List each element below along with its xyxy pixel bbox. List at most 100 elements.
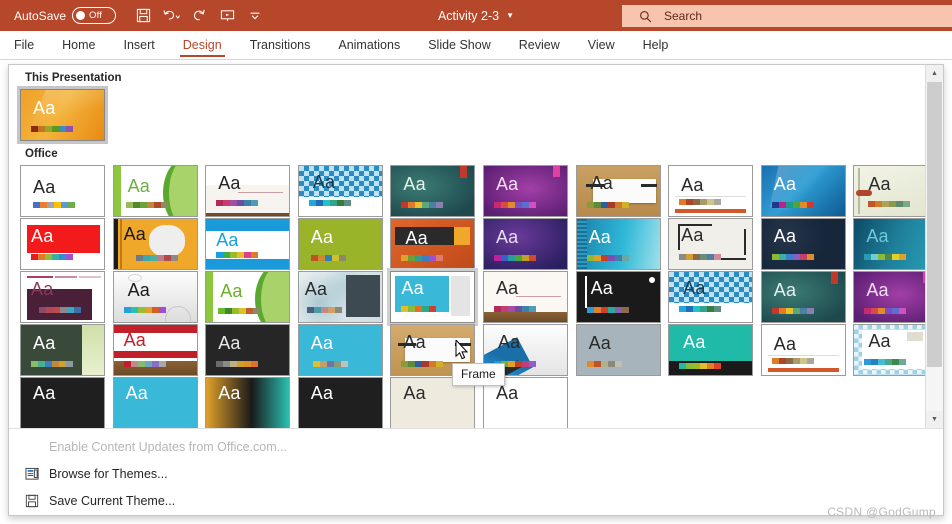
theme-thumbnail-r5c3[interactable]: Aa [205,377,291,428]
theme-thumbnail-r2c7[interactable]: Aa [575,218,661,270]
theme-thumbnail-r3c7[interactable]: Aa [575,271,661,323]
menu-item-save-theme[interactable]: Save Current Theme... [9,487,943,514]
theme-thumbnail-r2c4[interactable]: Aa [297,218,383,270]
scrollbar-thumb[interactable] [927,82,942,367]
theme-thumbnail-current[interactable]: Aa [20,89,105,141]
start-presentation-icon[interactable] [214,4,240,28]
theme-thumbnail-r2c8[interactable]: Aa [668,218,754,270]
theme-color-swatches [771,202,814,208]
theme-thumbnail-r1c9[interactable]: Aa [760,165,846,217]
theme-aa-label: Aa [868,331,891,351]
theme-color-swatches [125,202,168,208]
autosave-toggle[interactable]: Off [72,7,117,24]
theme-color-swatches [123,361,166,367]
chevron-down-icon[interactable]: ▼ [506,11,514,20]
tab-view[interactable]: View [574,31,629,59]
gallery-scrollbar[interactable]: ▲ ▼ [925,65,943,428]
theme-thumbnail-r1c2[interactable]: Aa [112,165,198,217]
theme-tooltip: Frame [452,363,505,386]
theme-aa-label: Aa [310,227,334,247]
theme-thumbnail-r3c10[interactable]: Aa [853,271,925,323]
theme-color-swatches [401,306,437,312]
tab-home[interactable]: Home [48,31,109,59]
theme-thumbnail-r3c3[interactable]: Aa [205,271,291,323]
tab-insert[interactable]: Insert [110,31,169,59]
mouse-cursor [455,338,469,364]
theme-thumbnail-r4c1[interactable]: Aa [20,324,105,376]
scroll-up-arrow-icon[interactable]: ▲ [926,65,943,82]
theme-thumbnail-r5c2[interactable]: Aa [112,377,198,428]
scroll-down-arrow-icon[interactable]: ▼ [926,411,943,428]
theme-color-swatches [123,307,166,313]
theme-aa-label: Aa [125,383,149,403]
theme-thumbnail-r4c7[interactable]: Aa [575,324,661,376]
theme-thumbnail-r4c3[interactable]: Aa [205,324,291,376]
theme-aa-label: Aa [681,225,704,245]
theme-color-swatches [39,307,81,313]
theme-thumbnail-r4c2[interactable]: Aa [112,324,198,376]
theme-thumbnail-r3c6[interactable]: Aa [482,271,568,323]
theme-thumbnail-r1c5[interactable]: Aa [390,165,476,217]
theme-thumbnail-r4c4[interactable]: Aa [297,324,383,376]
document-title[interactable]: Activity 2-3 [438,9,499,23]
theme-thumbnail-r3c8[interactable]: Aa [668,271,754,323]
theme-thumbnail-r2c9[interactable]: Aa [760,218,846,270]
tab-design[interactable]: Design [169,31,236,59]
theme-aa-label: Aa [31,226,54,246]
theme-thumbnail-r4c9[interactable]: Aa [760,324,846,376]
browse-themes-icon [25,467,49,481]
search-box[interactable]: Search [622,5,952,27]
theme-color-swatches [310,255,346,261]
menu-item-browse-themes[interactable]: Browse for Themes... [9,460,943,487]
theme-thumbnail-r5c4[interactable]: Aa [297,377,383,428]
theme-thumbnail-r3c9[interactable]: Aa [760,271,846,323]
theme-thumbnail-r1c6[interactable]: Aa [482,165,568,217]
tab-transitions[interactable]: Transitions [236,31,325,59]
theme-thumbnail-r1c4[interactable]: Aa [297,165,383,217]
theme-aa-label: Aa [33,98,56,118]
theme-aa-label: Aa [310,383,334,403]
theme-thumbnail-r1c3[interactable]: Aa [205,165,291,217]
theme-thumbnail-r1c10[interactable]: Aa [853,165,925,217]
theme-thumbnail-r2c2[interactable]: Aa [112,218,198,270]
undo-icon[interactable] [158,4,184,28]
watermark: CSDN @GodGump [827,505,936,519]
theme-thumbnail-r2c10[interactable]: Aa [853,218,925,270]
theme-color-swatches [33,202,75,208]
theme-color-swatches [401,202,444,208]
theme-thumbnail-r1c7[interactable]: Aa [575,165,661,217]
tab-review[interactable]: Review [505,31,574,59]
tab-animations[interactable]: Animations [324,31,414,59]
theme-thumbnail-r2c6[interactable]: Aa [482,218,568,270]
theme-aa-label: Aa [495,278,519,298]
theme-thumbnail-r4c10[interactable]: Aa [853,324,925,376]
theme-color-swatches [493,255,536,261]
theme-color-swatches [401,361,444,367]
theme-color-swatches [679,306,722,312]
tab-help[interactable]: Help [629,31,683,59]
search-placeholder: Search [664,9,703,23]
theme-thumbnail-r5c1[interactable]: Aa [20,377,105,428]
theme-thumbnail-r3c5[interactable]: Aa [390,271,476,323]
theme-aa-label: Aa [403,332,426,352]
theme-thumbnail-r1c8[interactable]: Aa [668,165,754,217]
theme-thumbnail-r1c1[interactable]: Aa [20,165,105,217]
theme-aa-label: Aa [773,280,797,300]
tab-slide-show[interactable]: Slide Show [414,31,505,59]
theme-thumbnail-r3c2[interactable]: Aa [112,271,198,323]
tab-file[interactable]: File [0,31,48,59]
scrollbar-track[interactable] [926,82,943,411]
theme-aa-label: Aa [588,333,611,353]
theme-thumbnail-r2c5[interactable]: Aa [390,218,476,270]
group-title-office: Office [25,148,58,160]
save-icon[interactable] [130,4,156,28]
theme-thumbnail-r3c4[interactable]: Aa [297,271,383,323]
theme-aa-label: Aa [405,228,428,248]
theme-thumbnail-r3c1[interactable]: Aa [20,271,105,323]
theme-thumbnail-r2c3[interactable]: Aa [205,218,291,270]
customize-qat-icon[interactable] [242,4,268,28]
theme-thumbnail-r4c8[interactable]: Aa [668,324,754,376]
theme-aa-label: Aa [220,281,243,301]
theme-thumbnail-r2c1[interactable]: Aa [20,218,105,270]
redo-icon[interactable] [186,4,212,28]
